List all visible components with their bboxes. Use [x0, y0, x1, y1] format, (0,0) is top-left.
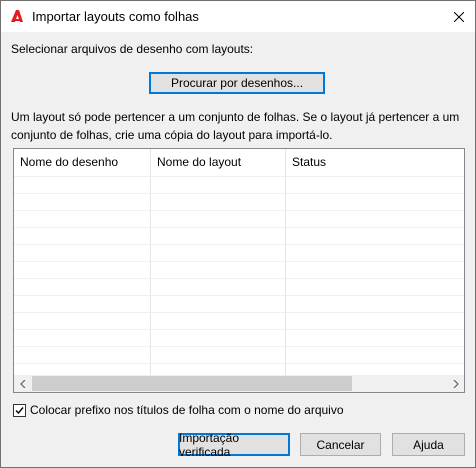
table-header: Nome do desenho Nome do layout Status [14, 149, 464, 176]
grid-line [14, 329, 464, 330]
scroll-left-button[interactable] [14, 375, 31, 392]
column-header-status[interactable]: Status [286, 149, 464, 176]
column-divider [285, 149, 286, 375]
import-checked-button[interactable]: Importação verificada [178, 430, 290, 459]
title-bar: Importar layouts como folhas [1, 1, 475, 32]
close-button[interactable] [443, 1, 475, 32]
chevron-right-icon [453, 379, 459, 388]
grid-line [14, 363, 464, 364]
scroll-thumb[interactable] [32, 376, 352, 391]
help-button[interactable]: Ajuda [392, 433, 465, 456]
window-title: Importar layouts como folhas [32, 9, 199, 24]
column-header-layout-name[interactable]: Nome do layout [151, 149, 286, 176]
autocad-logo-icon [10, 9, 24, 23]
cancel-button[interactable]: Cancelar [300, 433, 381, 456]
column-header-drawing-name[interactable]: Nome do desenho [14, 149, 151, 176]
grid-line [14, 278, 464, 279]
grid-line [14, 193, 464, 194]
grid-line [14, 176, 464, 177]
help-label: Ajuda [413, 437, 444, 452]
prefix-checkbox[interactable] [13, 404, 26, 417]
chevron-left-icon [19, 379, 25, 388]
browse-drawings-label: Procurar por desenhos... [170, 76, 304, 90]
grid-line [14, 227, 464, 228]
import-checked-label: Importação verificada [179, 430, 240, 459]
cancel-label: Cancelar [316, 437, 365, 452]
close-icon [454, 11, 464, 22]
scroll-right-button[interactable] [447, 375, 464, 392]
grid-line [14, 261, 464, 262]
check-icon [15, 407, 24, 415]
grid-line [14, 346, 464, 347]
browse-drawings-button[interactable]: Procurar por desenhos... [149, 72, 325, 94]
import-layouts-dialog: Importar layouts como folhas Selecionar … [0, 0, 476, 468]
layouts-table[interactable]: Nome do desenho Nome do layout Status [13, 148, 465, 393]
prefix-checkbox-label[interactable]: Colocar prefixo nos títulos de folha com… [30, 403, 344, 417]
grid-line [14, 210, 464, 211]
grid-line [14, 312, 464, 313]
info-text: Um layout só pode pertencer a um conjunt… [11, 110, 460, 142]
grid-line [14, 295, 464, 296]
grid-line [14, 244, 464, 245]
horizontal-scrollbar[interactable] [14, 375, 464, 392]
select-files-label: Selecionar arquivos de desenho com layou… [11, 42, 254, 56]
column-divider [150, 149, 151, 375]
